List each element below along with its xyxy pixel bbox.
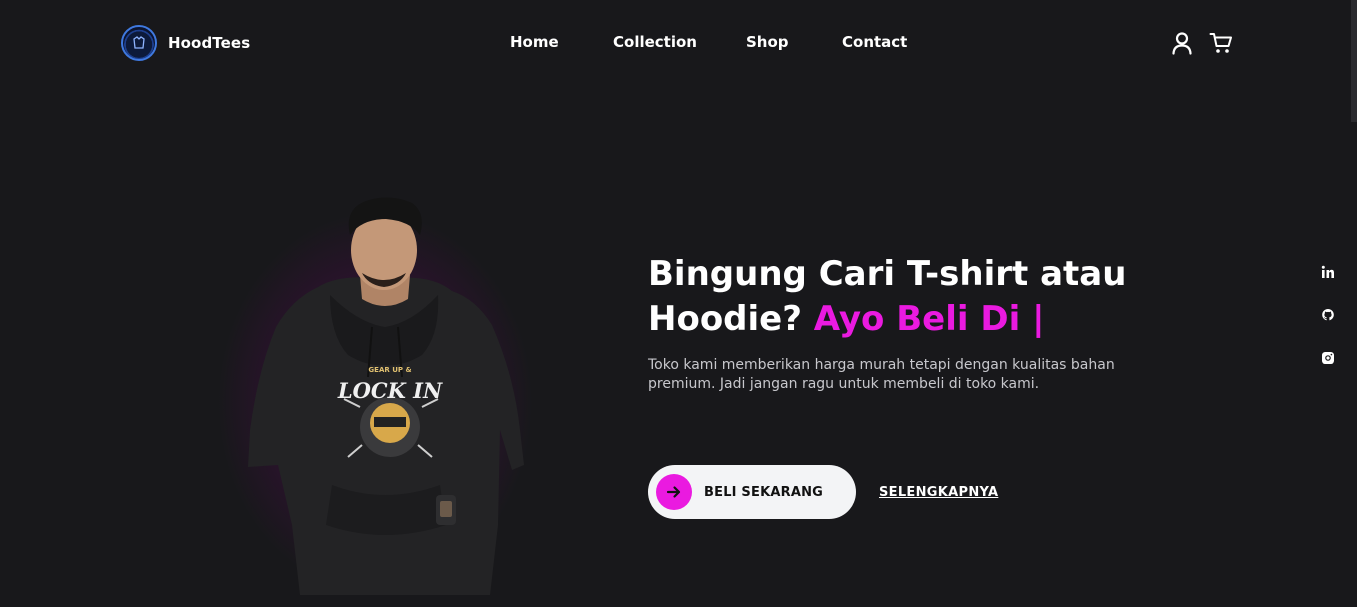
landing-page: HoodTees Home Collection Shop Contact GE… — [0, 0, 1357, 607]
nav-contact[interactable]: Contact — [842, 33, 907, 51]
header-actions — [1171, 31, 1233, 55]
learn-more-link[interactable]: SELENGKAPNYA — [879, 485, 998, 500]
hero-model-image: GEAR UP & LOCK IN — [248, 197, 524, 595]
github-icon[interactable] — [1319, 307, 1337, 323]
arrow-right-icon — [656, 474, 692, 510]
nav-home[interactable]: Home — [510, 33, 559, 51]
main-nav: Home Collection Shop Contact — [0, 33, 1357, 55]
linkedin-icon[interactable] — [1319, 264, 1337, 280]
shirt-print-top: GEAR UP & — [368, 366, 411, 374]
instagram-icon[interactable] — [1319, 350, 1337, 366]
buy-now-button[interactable]: BELI SEKARANG — [648, 465, 856, 519]
cart-icon[interactable] — [1209, 31, 1233, 55]
hero-title-accent: Ayo Beli Di | — [813, 299, 1045, 339]
nav-collection[interactable]: Collection — [613, 33, 697, 51]
nav-shop[interactable]: Shop — [746, 33, 789, 51]
buy-now-label: BELI SEKARANG — [704, 484, 824, 500]
hero-description: Toko kami memberikan harga murah tetapi … — [648, 357, 1115, 392]
user-icon[interactable] — [1171, 31, 1193, 55]
scrollbar[interactable] — [1351, 0, 1357, 122]
hero-title: Bingung Cari T-shirt atau Hoodie? Ayo Be… — [648, 252, 1168, 342]
social-links — [1319, 264, 1337, 366]
shirt-print-main: LOCK IN — [337, 378, 443, 403]
